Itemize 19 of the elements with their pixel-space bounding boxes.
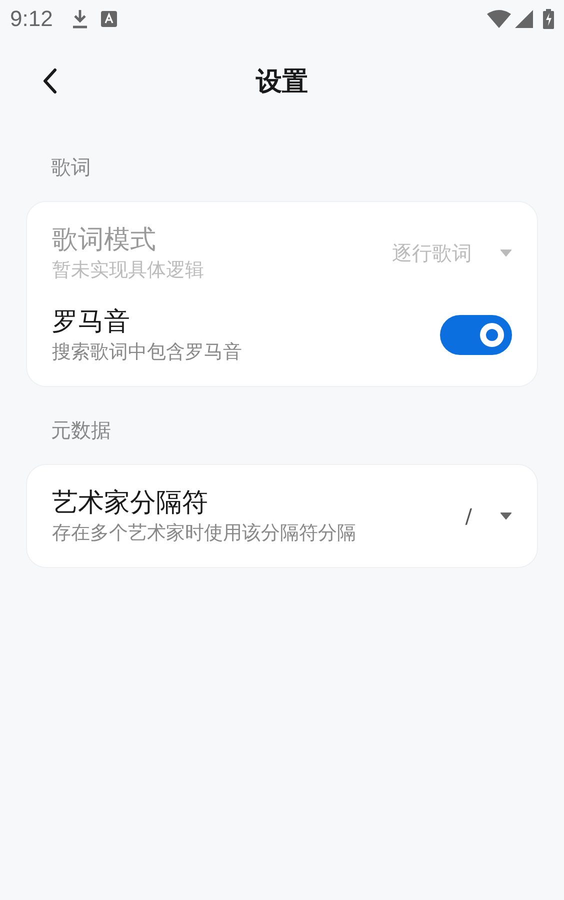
section-label: 元数据	[50, 417, 112, 444]
download-icon	[70, 8, 89, 30]
setting-description: 存在多个艺术家时使用该分隔符分隔	[52, 521, 357, 546]
setting-title: 罗马音	[52, 306, 131, 339]
setting-description: 暂未实现具体逻辑	[52, 258, 205, 283]
value-dropdown[interactable]: /	[465, 504, 512, 528]
status-time: 9:12	[10, 6, 53, 32]
toggle-switch[interactable]	[440, 315, 512, 355]
caret-icon	[500, 512, 512, 520]
signal-icon	[515, 10, 533, 28]
caret-icon	[500, 249, 512, 257]
wifi-icon	[487, 10, 511, 28]
setting-title: 艺术家分隔符	[52, 487, 209, 520]
setting-description: 搜索歌词中包含罗马音	[52, 340, 243, 365]
setting-title: 歌词模式	[52, 224, 157, 257]
section-label: 歌词	[50, 154, 92, 181]
letter-a-icon	[100, 11, 117, 27]
battery-icon	[543, 9, 554, 29]
page-title: 设置	[256, 66, 308, 98]
